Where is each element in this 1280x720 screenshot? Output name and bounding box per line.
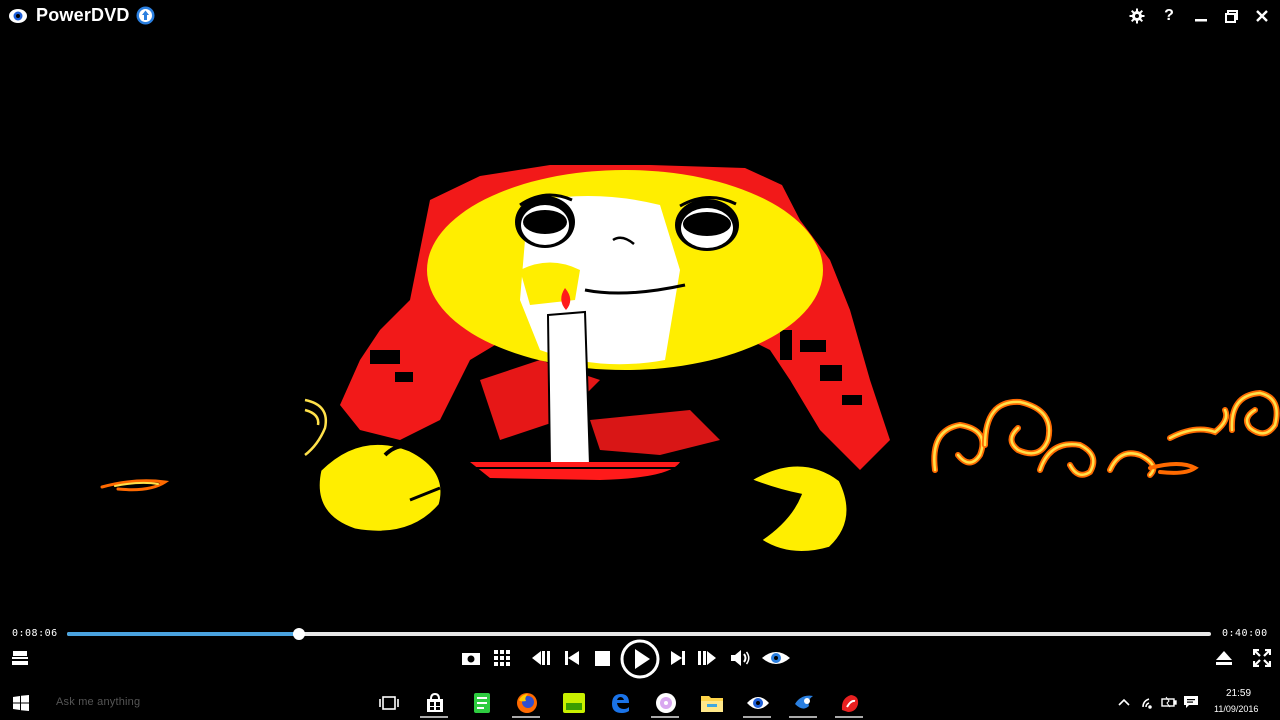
red-app[interactable] bbox=[837, 690, 863, 716]
seek-bar-progress bbox=[67, 632, 299, 636]
next-icon bbox=[671, 651, 685, 665]
seek-bar-handle[interactable] bbox=[292, 628, 305, 640]
powerdvd-eye-icon bbox=[9, 9, 27, 23]
trueteheory-eye-icon bbox=[762, 652, 790, 664]
battery-button[interactable] bbox=[1160, 694, 1178, 710]
windows-logo-icon bbox=[13, 695, 29, 711]
show-hidden-icons-button[interactable] bbox=[1116, 694, 1132, 710]
eject-button[interactable] bbox=[1214, 649, 1234, 667]
menu-icon bbox=[12, 651, 28, 665]
firefox-icon bbox=[517, 693, 537, 713]
title-bar: PowerDVD ? bbox=[0, 0, 1280, 32]
spiral-decoration-right bbox=[931, 389, 1280, 478]
blue-app-icon bbox=[795, 695, 813, 709]
taskbar-search-box[interactable]: Ask me anything bbox=[56, 696, 140, 708]
wifi-icon bbox=[1142, 698, 1152, 709]
play-icon bbox=[620, 639, 660, 679]
green-app-icon bbox=[474, 693, 490, 713]
eject-icon bbox=[1216, 651, 1232, 665]
running-indicator bbox=[420, 716, 448, 718]
video-frame[interactable] bbox=[0, 32, 1280, 622]
curl-left bbox=[304, 398, 328, 456]
snapshot-button[interactable] bbox=[461, 649, 481, 667]
powerdvd-app[interactable] bbox=[745, 690, 771, 716]
battery-icon bbox=[1161, 696, 1177, 708]
running-indicator bbox=[651, 716, 679, 718]
volume-button[interactable] bbox=[730, 649, 752, 667]
running-indicator bbox=[835, 716, 863, 718]
grid-button[interactable] bbox=[492, 649, 512, 667]
play-button[interactable] bbox=[619, 638, 661, 680]
rewind-button[interactable] bbox=[530, 649, 552, 667]
store-app[interactable] bbox=[422, 690, 448, 716]
stop-button[interactable] bbox=[592, 649, 612, 667]
fullscreen-button[interactable] bbox=[1251, 648, 1273, 668]
seek-bar[interactable] bbox=[67, 628, 1211, 640]
app-title: PowerDVD bbox=[36, 5, 130, 25]
taskbar bbox=[0, 686, 1280, 720]
edge-app[interactable] bbox=[607, 690, 633, 716]
start-button[interactable] bbox=[10, 693, 32, 713]
trueteheory-button[interactable] bbox=[760, 649, 792, 667]
restore-button[interactable] bbox=[1218, 4, 1244, 28]
menu-button[interactable] bbox=[10, 649, 30, 667]
elapsed-time: 0:08:06 bbox=[12, 628, 58, 639]
gear-icon bbox=[1129, 8, 1145, 24]
yellow-green-app-icon bbox=[563, 693, 585, 713]
file-explorer-app[interactable] bbox=[699, 690, 725, 716]
grid-icon bbox=[494, 650, 510, 666]
rewind-icon bbox=[532, 651, 550, 665]
update-icon[interactable] bbox=[136, 6, 155, 25]
previous-icon bbox=[565, 651, 579, 665]
edge-icon bbox=[612, 694, 629, 713]
snapshot-icon bbox=[462, 653, 480, 665]
fullscreen-icon bbox=[1253, 649, 1271, 667]
running-indicator bbox=[512, 716, 540, 718]
step-forward-icon bbox=[698, 651, 716, 665]
task-view-icon bbox=[379, 696, 399, 710]
clock-date[interactable]: 11/09/2016 bbox=[1214, 704, 1258, 714]
running-indicator bbox=[743, 716, 771, 718]
media-app[interactable] bbox=[653, 690, 679, 716]
spiral-decoration-left bbox=[100, 479, 170, 492]
blue-app[interactable] bbox=[791, 690, 817, 716]
minimize-button[interactable] bbox=[1188, 4, 1214, 28]
green-app[interactable] bbox=[469, 690, 495, 716]
help-button[interactable]: ? bbox=[1156, 4, 1182, 28]
yellow-green-app[interactable] bbox=[561, 690, 587, 716]
file-explorer-icon bbox=[701, 696, 723, 712]
next-button[interactable] bbox=[668, 649, 688, 667]
settings-button[interactable] bbox=[1124, 4, 1150, 28]
right-hand bbox=[746, 463, 850, 554]
close-button[interactable] bbox=[1249, 4, 1275, 28]
restore-icon bbox=[1224, 9, 1238, 23]
store-icon bbox=[427, 693, 443, 712]
notification-icon bbox=[1184, 696, 1198, 708]
clock-time[interactable]: 21:59 bbox=[1226, 688, 1251, 699]
network-button[interactable] bbox=[1140, 694, 1158, 710]
task-view-button[interactable] bbox=[376, 690, 402, 716]
powerdvd-icon bbox=[747, 697, 769, 709]
red-app-icon bbox=[841, 695, 859, 712]
previous-button[interactable] bbox=[562, 649, 582, 667]
chevron-up-icon bbox=[1118, 698, 1130, 706]
video-image bbox=[100, 158, 1280, 554]
minimize-icon bbox=[1195, 19, 1207, 22]
action-center-button[interactable] bbox=[1182, 694, 1200, 710]
media-app-icon bbox=[656, 693, 676, 713]
total-time: 0:40:00 bbox=[1222, 628, 1268, 639]
firefox-app[interactable] bbox=[514, 690, 540, 716]
left-hand bbox=[316, 441, 444, 534]
step-forward-button[interactable] bbox=[696, 649, 718, 667]
running-indicator bbox=[789, 716, 817, 718]
volume-icon bbox=[731, 650, 750, 666]
stop-icon bbox=[594, 650, 610, 666]
close-icon bbox=[1256, 10, 1268, 22]
